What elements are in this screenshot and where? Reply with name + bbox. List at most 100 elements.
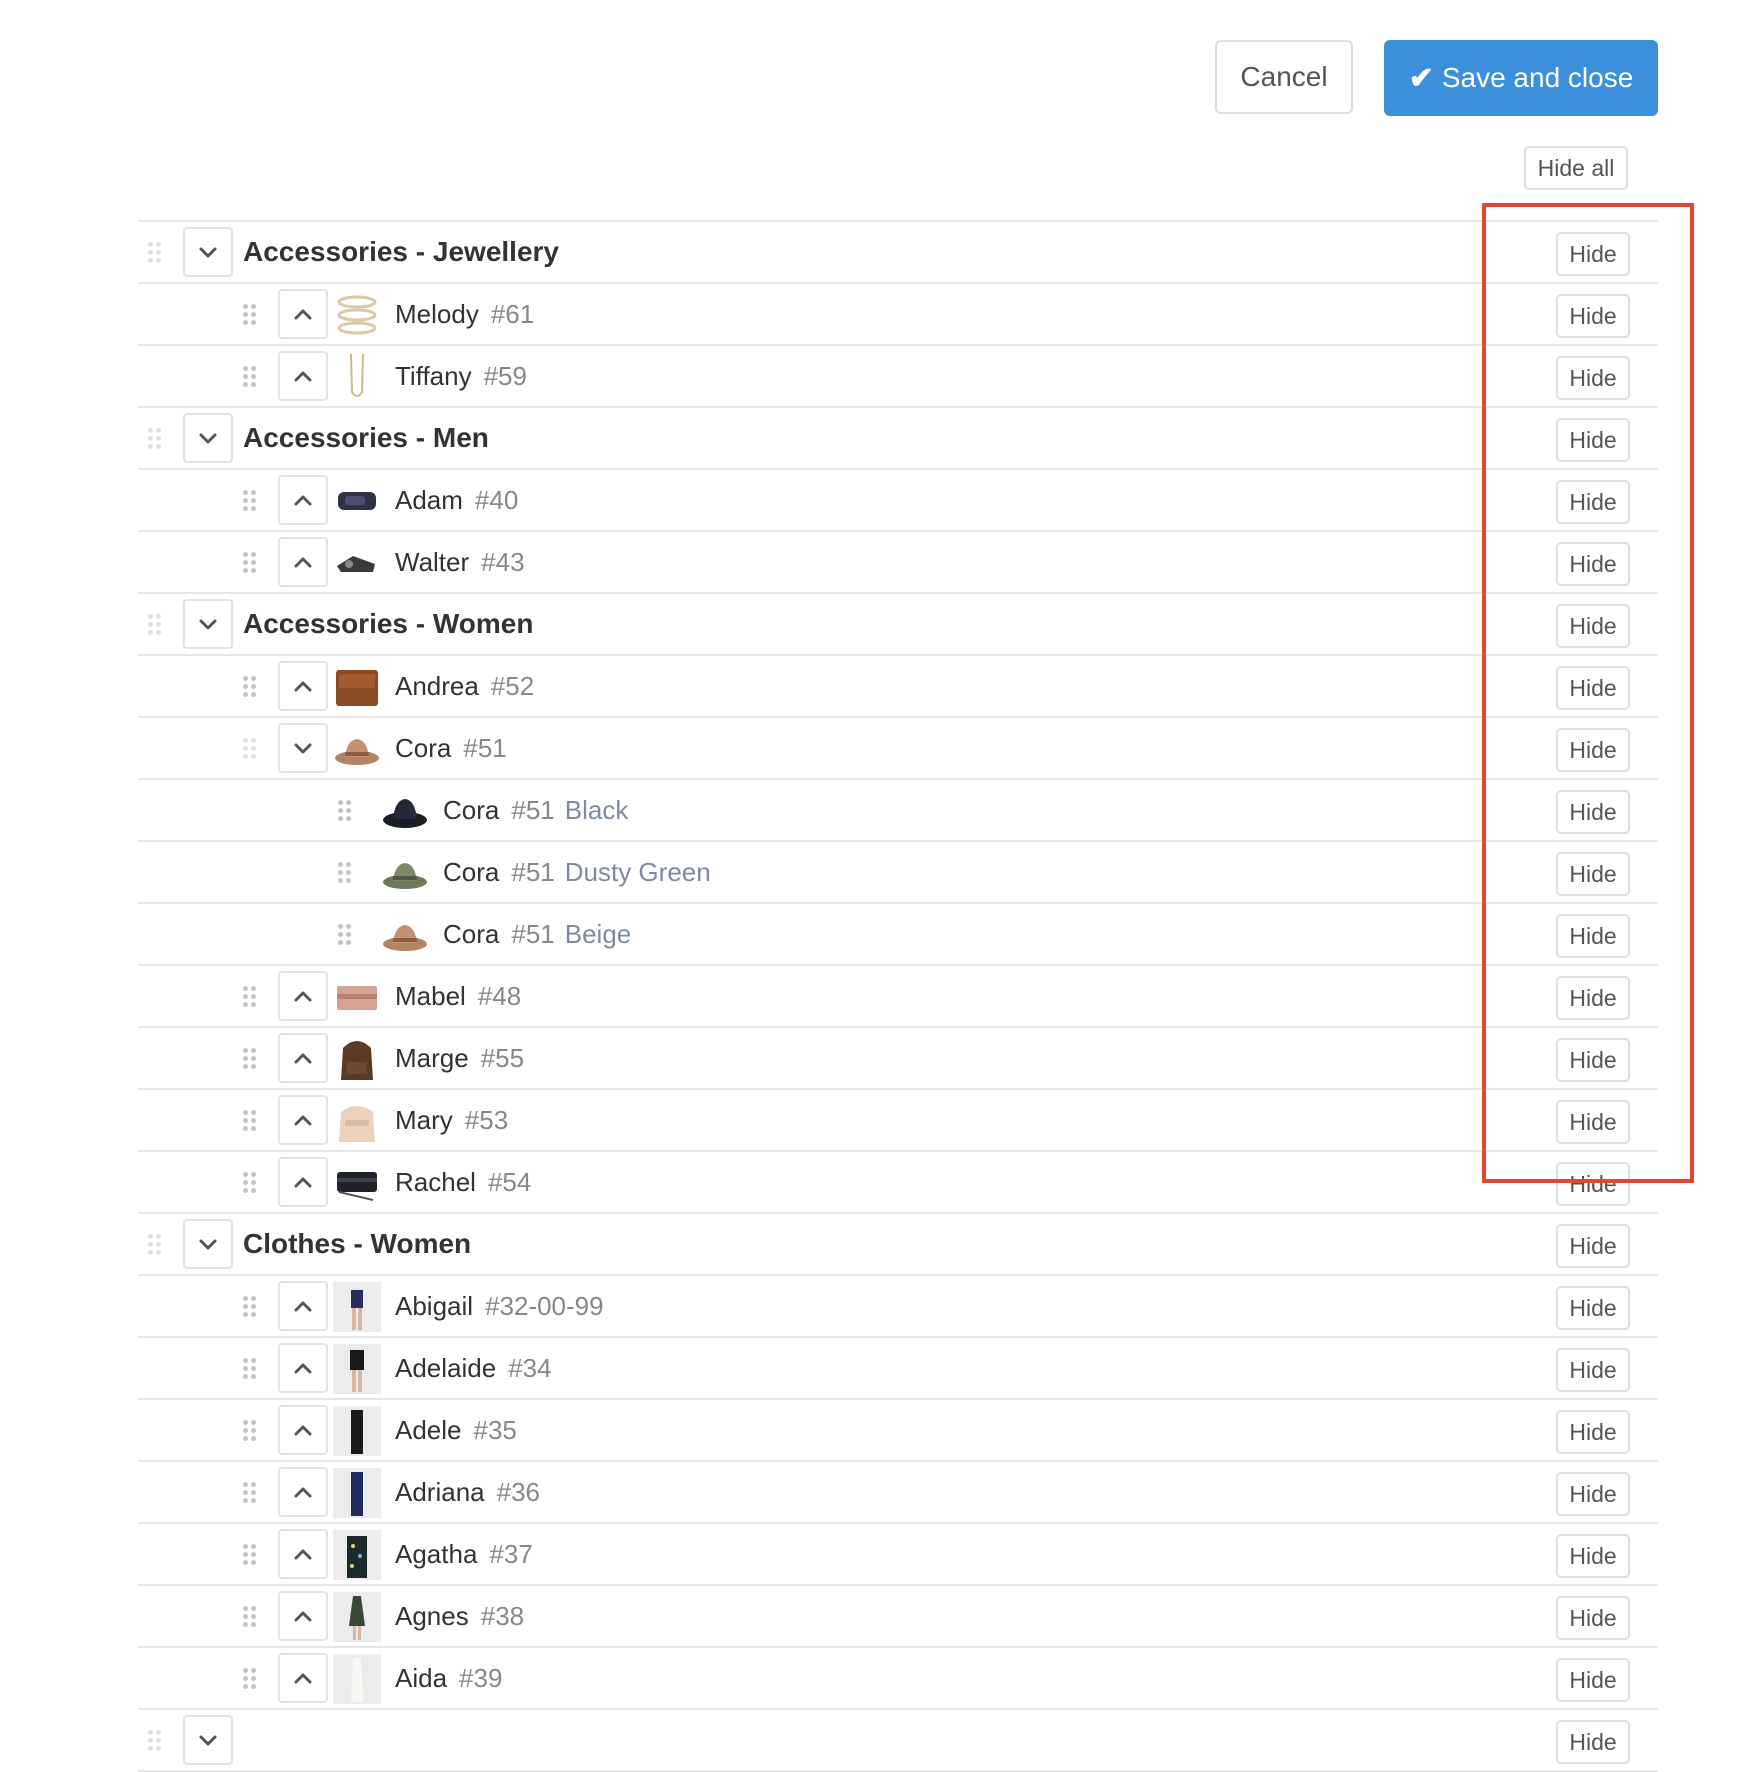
- hide-button[interactable]: Hide: [1556, 294, 1630, 338]
- product-row: Agatha #37 Hide: [138, 1524, 1658, 1586]
- drag-handle-icon[interactable]: [243, 986, 257, 1008]
- drag-handle-icon[interactable]: [243, 1172, 257, 1194]
- product-label: Cora #51 Beige: [443, 904, 631, 964]
- item-number: #35: [473, 1415, 517, 1445]
- product-thumbnail: [333, 1654, 381, 1704]
- collapse-toggle-button[interactable]: [183, 599, 233, 649]
- drag-handle-icon[interactable]: [338, 862, 352, 884]
- hide-button[interactable]: Hide: [1556, 604, 1630, 648]
- collapse-toggle-button[interactable]: [183, 1219, 233, 1269]
- category-row: Clothes - Women Hide: [138, 1214, 1658, 1276]
- product-thumbnail: [333, 972, 381, 1022]
- save-and-close-button[interactable]: ✔ Save and close: [1384, 40, 1658, 116]
- drag-handle-icon[interactable]: [148, 242, 162, 264]
- chevron-up-icon: [294, 1611, 312, 1622]
- hide-button[interactable]: Hide: [1556, 1100, 1630, 1144]
- product-thumbnail: [333, 1468, 381, 1518]
- drag-handle-icon[interactable]: [338, 800, 352, 822]
- drag-handle-icon[interactable]: [243, 1358, 257, 1380]
- item-name: Aida: [395, 1663, 448, 1693]
- expand-toggle-button[interactable]: [278, 475, 328, 525]
- hide-button[interactable]: Hide: [1556, 1720, 1630, 1764]
- hide-button[interactable]: Hide: [1556, 1472, 1630, 1516]
- hide-button[interactable]: Hide: [1556, 914, 1630, 958]
- expand-toggle-button[interactable]: [278, 661, 328, 711]
- drag-handle-icon[interactable]: [243, 490, 257, 512]
- hide-button[interactable]: Hide: [1556, 1162, 1630, 1206]
- hide-button[interactable]: Hide: [1556, 232, 1630, 276]
- expand-toggle-button[interactable]: [278, 1405, 328, 1455]
- hide-button[interactable]: Hide: [1556, 976, 1630, 1020]
- expand-toggle-button[interactable]: [278, 1591, 328, 1641]
- collapse-toggle-button[interactable]: [183, 413, 233, 463]
- hide-button[interactable]: Hide: [1556, 1224, 1630, 1268]
- collapse-toggle-button[interactable]: [183, 1715, 233, 1765]
- hide-button[interactable]: Hide: [1556, 1038, 1630, 1082]
- drag-handle-icon[interactable]: [148, 1234, 162, 1256]
- drag-handle-icon[interactable]: [243, 1544, 257, 1566]
- product-row: Abigail #32-00-99 Hide: [138, 1276, 1658, 1338]
- drag-handle-icon[interactable]: [243, 1606, 257, 1628]
- drag-handle-icon[interactable]: [243, 1420, 257, 1442]
- save-and-close-label: Save and close: [1441, 62, 1634, 93]
- expand-toggle-button[interactable]: [278, 1529, 328, 1579]
- hide-button[interactable]: Hide: [1556, 480, 1630, 524]
- cancel-button[interactable]: Cancel: [1215, 40, 1353, 114]
- hide-button[interactable]: Hide: [1556, 666, 1630, 710]
- drag-handle-icon[interactable]: [148, 428, 162, 450]
- item-name: Marge: [395, 1043, 469, 1073]
- expand-toggle-button[interactable]: [278, 1653, 328, 1703]
- product-label: Melody #61: [395, 284, 534, 344]
- expand-toggle-button[interactable]: [278, 1343, 328, 1393]
- expand-toggle-button[interactable]: [278, 1281, 328, 1331]
- hide-button[interactable]: Hide: [1556, 356, 1630, 400]
- collapse-toggle-button[interactable]: [278, 723, 328, 773]
- expand-toggle-button[interactable]: [278, 351, 328, 401]
- chevron-up-icon: [294, 1549, 312, 1560]
- hide-button[interactable]: Hide: [1556, 1534, 1630, 1578]
- expand-toggle-button[interactable]: [278, 1157, 328, 1207]
- product-label: Adam #40: [395, 470, 518, 530]
- hide-button[interactable]: Hide: [1556, 1348, 1630, 1392]
- item-name: Rachel: [395, 1167, 476, 1197]
- drag-handle-icon[interactable]: [243, 366, 257, 388]
- collapse-toggle-button[interactable]: [183, 227, 233, 277]
- expand-toggle-button[interactable]: [278, 1095, 328, 1145]
- item-name: Accessories - Women: [243, 608, 534, 639]
- expand-toggle-button[interactable]: [278, 289, 328, 339]
- product-label: Cora #51: [395, 718, 507, 778]
- drag-handle-icon[interactable]: [243, 552, 257, 574]
- drag-handle-icon[interactable]: [148, 614, 162, 636]
- drag-handle-icon[interactable]: [243, 1048, 257, 1070]
- chevron-up-icon: [294, 1301, 312, 1312]
- drag-handle-icon[interactable]: [243, 1296, 257, 1318]
- hide-button[interactable]: Hide: [1556, 1410, 1630, 1454]
- drag-handle-icon[interactable]: [338, 924, 352, 946]
- drag-handle-icon[interactable]: [243, 738, 257, 760]
- hide-button[interactable]: Hide: [1556, 1658, 1630, 1702]
- drag-handle-icon[interactable]: [148, 1730, 162, 1752]
- item-number: #51: [463, 733, 507, 763]
- hide-button[interactable]: Hide: [1556, 418, 1630, 462]
- hide-button[interactable]: Hide: [1556, 542, 1630, 586]
- hide-button[interactable]: Hide: [1556, 728, 1630, 772]
- product-label: Aida #39: [395, 1648, 502, 1708]
- product-row: Tiffany #59 Hide: [138, 346, 1658, 408]
- expand-toggle-button[interactable]: [278, 971, 328, 1021]
- hide-button[interactable]: Hide: [1556, 790, 1630, 834]
- product-thumbnail: [381, 848, 429, 898]
- expand-toggle-button[interactable]: [278, 1033, 328, 1083]
- drag-handle-icon[interactable]: [243, 304, 257, 326]
- sortable-product-list: Accessories - Jewellery Hide Melody #61 Hide…: [138, 220, 1658, 1772]
- expand-toggle-button[interactable]: [278, 1467, 328, 1517]
- hide-all-button[interactable]: Hide all: [1524, 146, 1628, 190]
- drag-handle-icon[interactable]: [243, 1668, 257, 1690]
- hide-button[interactable]: Hide: [1556, 852, 1630, 896]
- hide-button[interactable]: Hide: [1556, 1286, 1630, 1330]
- expand-toggle-button[interactable]: [278, 537, 328, 587]
- drag-handle-icon[interactable]: [243, 676, 257, 698]
- drag-handle-icon[interactable]: [243, 1482, 257, 1504]
- hide-button[interactable]: Hide: [1556, 1596, 1630, 1640]
- item-number: #54: [487, 1167, 532, 1197]
- drag-handle-icon[interactable]: [243, 1110, 257, 1132]
